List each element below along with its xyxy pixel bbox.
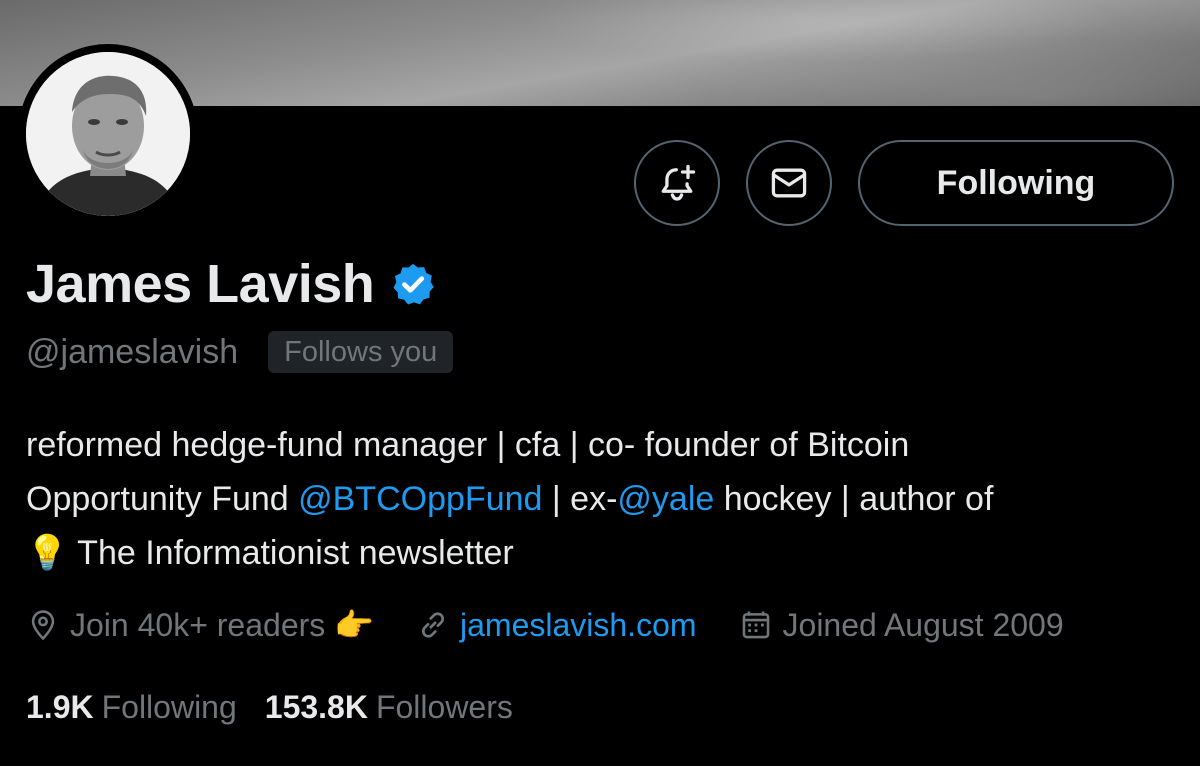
handle-row: @jameslavish Follows you [26, 330, 454, 374]
following-button[interactable]: Following [858, 140, 1174, 226]
bell-plus-icon [661, 164, 696, 201]
bio: reformed hedge-fund manager | cfa | co- … [26, 418, 1176, 580]
following-count: 1.9K [26, 688, 94, 725]
link-icon [421, 612, 445, 638]
message-button[interactable] [746, 140, 832, 226]
bio-line-2: Opportunity Fund @BTCOppFund | ex-@yale … [26, 472, 1176, 526]
joined-text: Joined August 2009 [782, 606, 1064, 643]
bio-text: Opportunity Fund [26, 480, 299, 518]
display-name: James Lavish [26, 254, 375, 314]
bio-line-1: reformed hedge-fund manager | cfa | co- … [26, 426, 910, 464]
mention-btcoppfund-link[interactable]: @BTCOppFund [298, 480, 542, 518]
followers-label: Followers [375, 688, 513, 725]
location-pin-icon [31, 610, 55, 641]
mention-yale-link[interactable]: @yale [617, 480, 714, 518]
bio-text: The Informationist newsletter [68, 534, 514, 572]
bio-text: | ex- [542, 480, 618, 518]
name-row: James Lavish [26, 250, 436, 318]
follow-stats: 1.9K Following 153.8K Followers [26, 684, 541, 730]
website-item[interactable]: jameslavish.com [416, 607, 697, 644]
bio-line-3: 💡 The Informationist newsletter [26, 526, 1176, 580]
envelope-icon [771, 168, 807, 198]
profile-meta: Join 40k+ readers 👉 jameslavish.com Join… [26, 600, 1106, 650]
followers-count: 153.8K [264, 688, 368, 725]
website-link[interactable]: jameslavish.com [460, 607, 697, 644]
calendar-icon [742, 611, 769, 639]
bio-text: hockey | author of [714, 480, 994, 518]
verified-badge-icon[interactable] [390, 261, 436, 307]
follows-you-badge: Follows you [268, 331, 454, 373]
avatar[interactable] [26, 52, 190, 216]
avatar-border [18, 44, 198, 224]
lightbulb-emoji: 💡 [26, 534, 69, 572]
following-stat[interactable]: 1.9K Following [26, 689, 237, 726]
handle: @jameslavish [26, 332, 239, 371]
following-label: Following [101, 688, 237, 725]
followers-stat[interactable]: 153.8K Followers [265, 689, 513, 726]
notifications-button[interactable] [634, 140, 720, 226]
location-item: Join 40k+ readers 👉 [26, 606, 374, 644]
joined-item: Joined August 2009 [739, 607, 1064, 644]
location-text: Join 40k+ readers 👉 [70, 607, 374, 643]
avatar-portrait-image [26, 52, 190, 216]
